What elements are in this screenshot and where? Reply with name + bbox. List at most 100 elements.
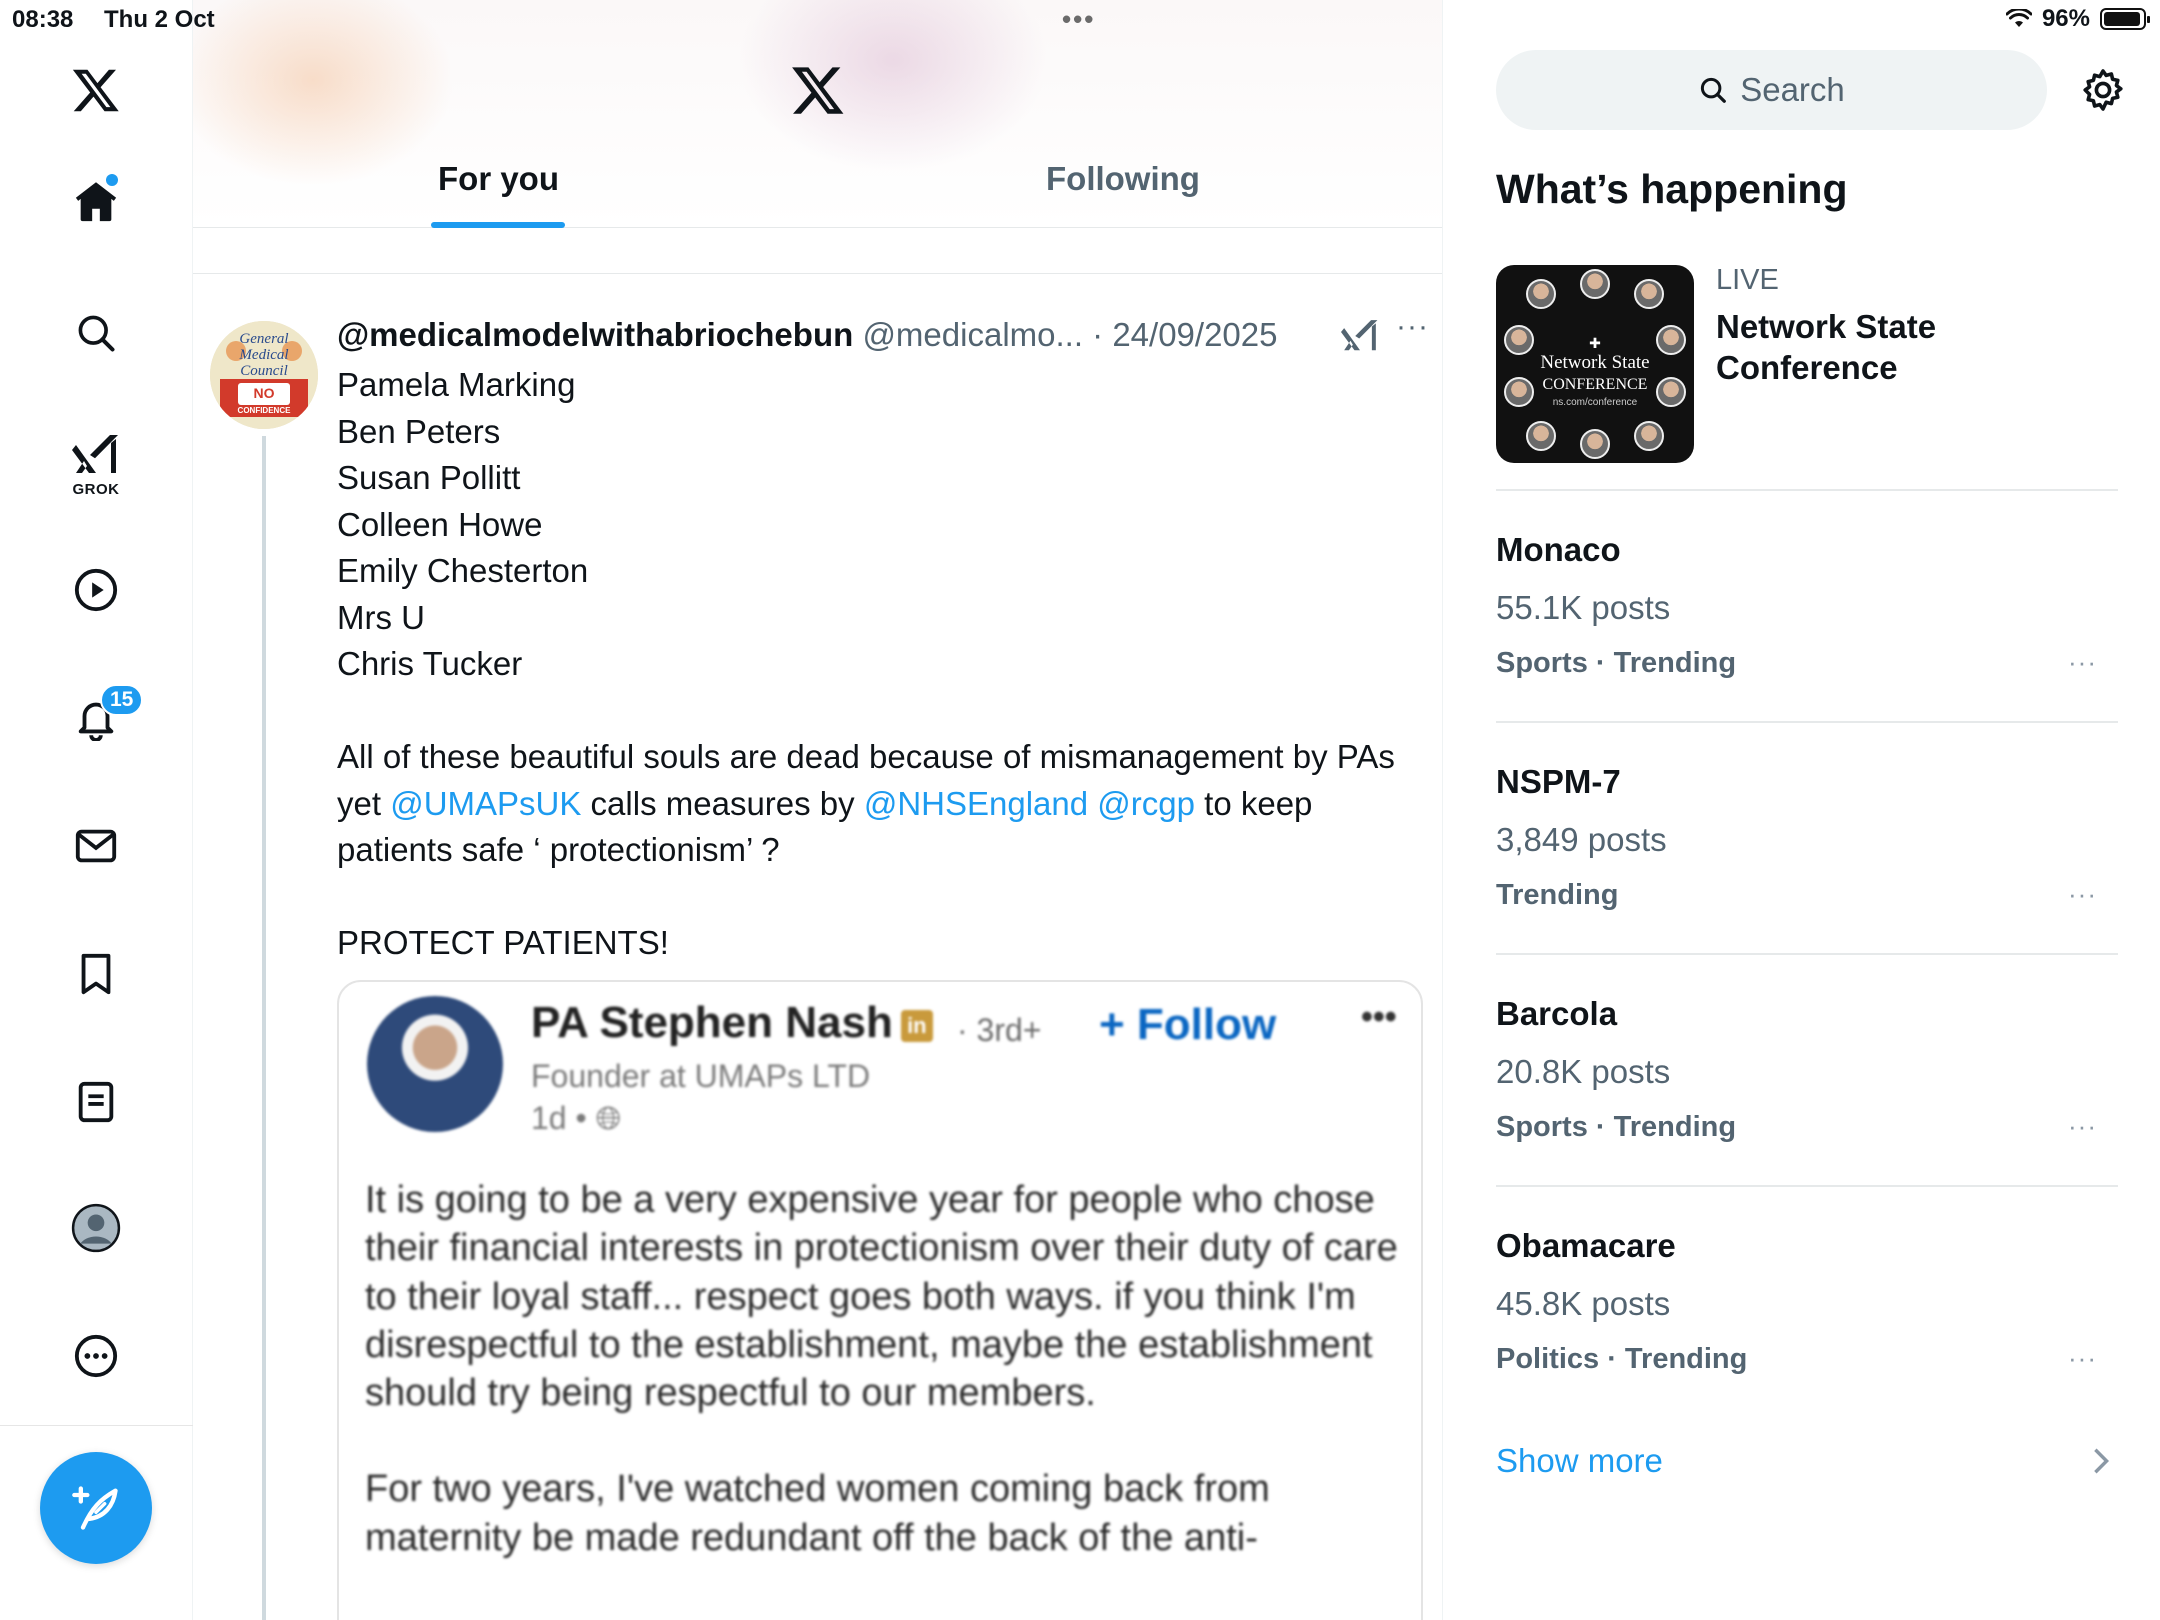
- x-header-logo-icon[interactable]: [790, 62, 846, 118]
- left-navigation: GROK 15: [0, 0, 193, 1620]
- divider: [1496, 721, 2118, 723]
- linkedin-headline: Founder at UMAPs LTD: [531, 1058, 871, 1094]
- linkedin-screenshot: PA Stephen Nash in · 3rd+ + Follow ••• Fo…: [339, 982, 1421, 1620]
- live-event-thumbnail[interactable]: ✚ Network State CONFERENCE ns.com/confer…: [1496, 265, 1694, 463]
- trend-more-icon[interactable]: ···: [2068, 1343, 2097, 1374]
- linkedin-premium-icon: in: [900, 1010, 933, 1042]
- battery-percent: 96%: [2041, 5, 2090, 32]
- divider: [1496, 1185, 2118, 1187]
- trend-category: Sports · Trending: [1496, 1111, 1737, 1143]
- profile-avatar-icon[interactable]: [58, 1190, 134, 1266]
- live-label: LIVE: [1716, 264, 1779, 296]
- tweet-header: @medicalmodelwithabriochebun @medicalmo.…: [337, 316, 1277, 354]
- trend-category: Politics · Trending: [1496, 1343, 1748, 1375]
- linkedin-time: 1d • 🌐︎: [531, 1100, 622, 1136]
- explore-search-icon[interactable]: [58, 295, 134, 371]
- tweet-text: Pamela Marking Ben Peters Susan Pollitt …: [337, 362, 1407, 967]
- tweet-line: Pamela Marking: [337, 366, 576, 403]
- main-timeline: For you Following General Medical Counci…: [193, 0, 1443, 1620]
- notifications-badge: 15: [100, 684, 144, 716]
- home-unread-dot: [106, 174, 118, 186]
- tab-following[interactable]: Following: [1046, 160, 1200, 198]
- tweet-line: Susan Pollitt: [337, 459, 521, 496]
- linkedin-follow: + Follow: [1099, 1000, 1277, 1049]
- gmc-no-confidence-logo: General Medical Council NO CONFIDENCE: [210, 321, 318, 429]
- tweet-author-avatar[interactable]: General Medical Council NO CONFIDENCE: [210, 321, 318, 429]
- whats-happening-title: What’s happening: [1496, 166, 1848, 212]
- tweet-line: Mrs U: [337, 598, 425, 636]
- tweet-paragraph: All of these beautiful souls are dead be…: [337, 738, 1395, 868]
- status-date: Thu 2 Oct: [104, 6, 215, 33]
- tweet[interactable]: General Medical Council NO CONFIDENCE @m…: [193, 274, 1442, 1620]
- compose-post-button[interactable]: [40, 1452, 152, 1564]
- search-icon: [1701, 77, 1727, 103]
- battery-icon: [2100, 8, 2150, 30]
- right-sidebar: Search What’s happening ✚ Network State …: [1443, 0, 2160, 1620]
- messages-envelope-icon[interactable]: [58, 808, 134, 884]
- search-placeholder: Search: [1740, 71, 1845, 108]
- trend-category: Sports · Trending: [1496, 647, 1737, 679]
- tweet-line: Colleen Howe: [337, 505, 543, 543]
- linkedin-avatar: [367, 996, 503, 1132]
- thumb-title: ✚ Network State CONFERENCE: [1540, 337, 1650, 394]
- svg-text:Medical: Medical: [238, 347, 288, 363]
- tweet-author-name[interactable]: @medicalmodelwithabriochebun: [337, 316, 853, 353]
- trend-name: Obamacare: [1496, 1227, 1676, 1264]
- nav-divider: [0, 1425, 193, 1426]
- trend-name: Barcola: [1496, 995, 1618, 1032]
- globe-icon: 🌐︎: [595, 1100, 622, 1136]
- embedded-image[interactable]: PA Stephen Nash in · 3rd+ + Follow ••• Fo…: [337, 980, 1423, 1620]
- divider: [1496, 953, 2118, 955]
- status-bar: 08:38 Thu 2 Oct ••• 96%: [0, 0, 2160, 40]
- trend-count: 45.8K posts: [1496, 1285, 1671, 1322]
- notifications-bell-icon[interactable]: 15: [58, 680, 144, 756]
- trend-count: 55.1K posts: [1496, 589, 1671, 626]
- divider: [1496, 489, 2118, 491]
- search-input[interactable]: Search: [1496, 50, 2047, 130]
- live-event-title[interactable]: Network State Conference: [1716, 306, 2116, 388]
- trend-more-icon[interactable]: ···: [2068, 1111, 2097, 1142]
- tab-for-you[interactable]: For you: [438, 160, 559, 198]
- linkedin-more-icon: •••: [1361, 998, 1397, 1036]
- bookmarks-icon[interactable]: [58, 936, 134, 1012]
- tweet-line: Ben Peters: [337, 412, 501, 450]
- status-time: 08:38: [12, 6, 74, 33]
- trend-more-icon[interactable]: ···: [2068, 879, 2097, 910]
- tweet-paragraph: PROTECT PATIENTS!: [337, 924, 669, 961]
- linkedin-name: PA Stephen Nash in: [531, 998, 933, 1048]
- trend-count: 20.8K posts: [1496, 1053, 1671, 1090]
- linkedin-degree: · 3rd+: [957, 1012, 1042, 1048]
- mention-link[interactable]: @rcgp: [1097, 785, 1195, 822]
- trend-category: Trending: [1496, 879, 1619, 911]
- svg-text:Council: Council: [240, 363, 288, 379]
- linkedin-post-text: It is going to be a very expensive year …: [365, 1179, 1398, 1559]
- svg-text:General: General: [239, 331, 288, 347]
- trend-more-icon[interactable]: ···: [2068, 647, 2097, 678]
- tweet-line: Chris Tucker: [337, 645, 523, 682]
- x-logo-icon[interactable]: [58, 52, 134, 128]
- mention-link[interactable]: @NHSEngland: [864, 785, 1088, 822]
- settings-gear-icon[interactable]: [2079, 66, 2127, 114]
- thumb-url: ns.com/conference: [1552, 397, 1638, 408]
- multitasking-dots-icon[interactable]: •••: [1062, 4, 1095, 35]
- svg-text:NO: NO: [254, 385, 275, 401]
- chevron-right-icon: [2094, 1448, 2110, 1474]
- tweet-line: Emily Chesterton: [337, 552, 589, 589]
- tweet-more-icon[interactable]: ···: [1396, 310, 1429, 344]
- video-play-icon[interactable]: [58, 552, 134, 628]
- trend-name: NSPM-7: [1496, 763, 1621, 800]
- home-icon[interactable]: [58, 164, 134, 240]
- grok-explain-icon[interactable]: [1341, 318, 1379, 354]
- mention-link[interactable]: @UMAPsUK: [390, 785, 581, 822]
- trend-count: 3,849 posts: [1496, 821, 1667, 858]
- show-more-link[interactable]: Show more: [1496, 1442, 1663, 1480]
- grok-label: GROK: [72, 481, 120, 498]
- lists-icon[interactable]: [58, 1064, 134, 1140]
- more-options-icon[interactable]: [58, 1318, 134, 1394]
- tweet-handle-date[interactable]: @medicalmo... · 24/09/2025: [862, 316, 1277, 353]
- compose-feather-icon: [72, 1486, 118, 1530]
- svg-text:CONFIDENCE: CONFIDENCE: [238, 406, 292, 415]
- timeline-spacer: [193, 228, 1442, 274]
- grok-icon[interactable]: GROK: [58, 424, 134, 504]
- wifi-icon: [2005, 9, 2032, 27]
